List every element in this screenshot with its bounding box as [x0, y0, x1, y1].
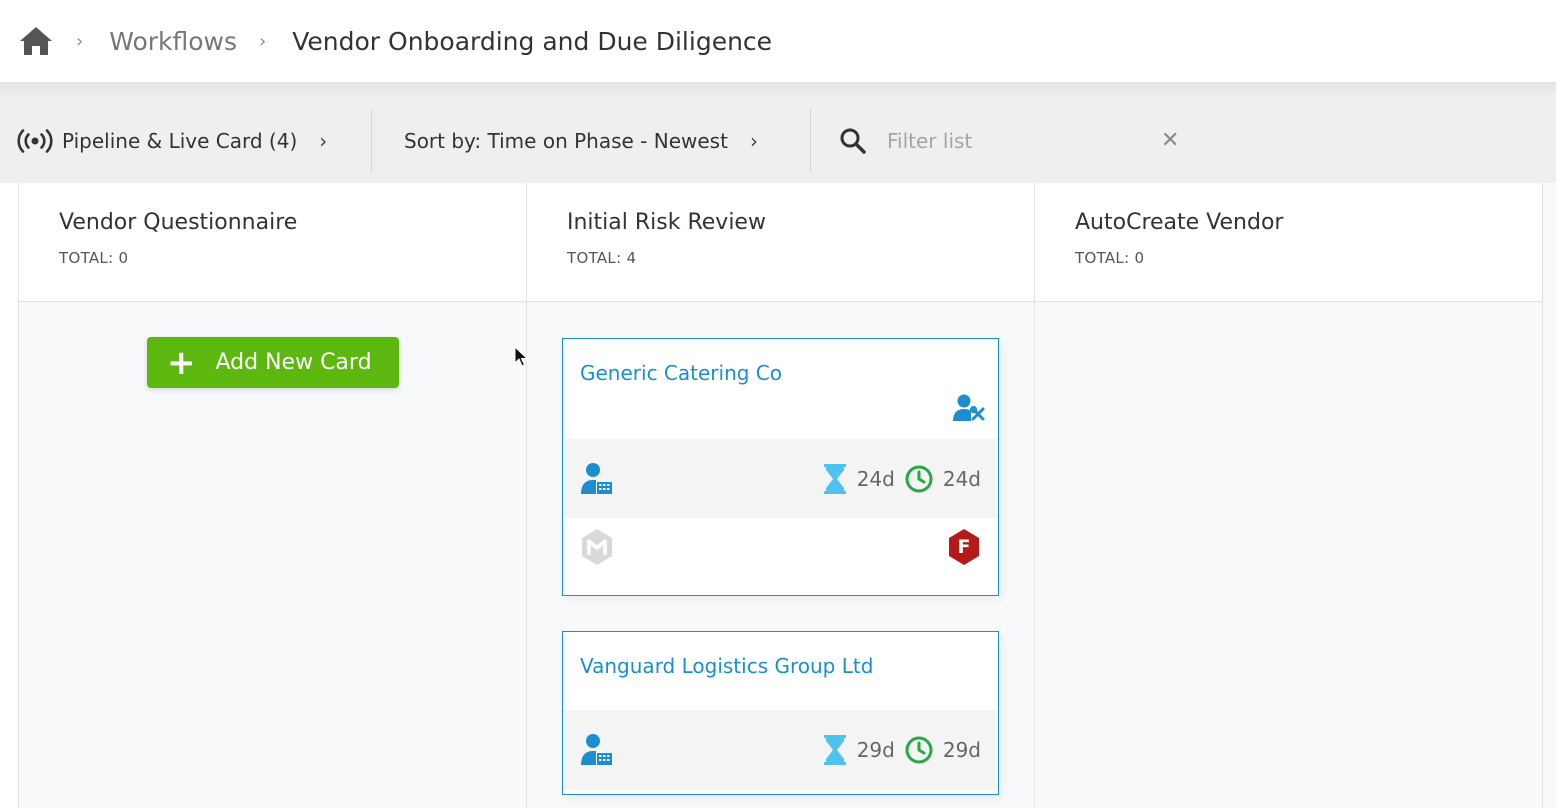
badge-letter: F [957, 536, 971, 558]
breadcrumb-workflows[interactable]: Workflows [109, 27, 237, 56]
phase-time: 29d [856, 738, 895, 762]
card-spacer [563, 678, 998, 710]
header: › Workflows › Vendor Onboarding and Due … [0, 0, 1556, 82]
kanban-board: Vendor Questionnaire TOTAL: 0 + Add New … [18, 183, 1556, 808]
column-total: TOTAL: 4 [567, 249, 637, 267]
phase-time: 24d [856, 466, 895, 491]
sort-label: Sort by: Time on Phase - Newest [404, 128, 728, 153]
contact-card-icon [581, 462, 612, 494]
filter-box: ✕ [811, 109, 1191, 173]
card-timers: 24d 24d [823, 463, 981, 495]
plus-icon: + [167, 342, 196, 383]
chevron-right-icon: › [319, 128, 328, 153]
search-icon [840, 128, 866, 154]
column-title: Vendor Questionnaire [59, 210, 298, 235]
card[interactable]: Vanguard Logistics Group Ltd 29d 29d [562, 631, 999, 795]
filter-input[interactable] [887, 128, 1157, 153]
header-divider [0, 82, 1556, 98]
broadcast-icon [16, 128, 54, 153]
priority-badge: F [947, 528, 981, 566]
card-assignee-row [563, 385, 998, 439]
card[interactable]: Generic Catering Co 24d 24d F [562, 338, 999, 596]
pipeline-live-card-button[interactable]: Pipeline & Live Card (4) › [0, 108, 372, 173]
card-timing-row: 29d 29d [563, 710, 998, 790]
mouse-cursor-icon [514, 346, 528, 367]
clock-icon [905, 465, 933, 492]
column-vendor-questionnaire: Vendor Questionnaire TOTAL: 0 + Add New … [19, 183, 527, 808]
card-timing-row: 24d 24d [563, 439, 998, 518]
column-header: Vendor Questionnaire TOTAL: 0 [19, 183, 526, 302]
column-initial-risk-review: Initial Risk Review TOTAL: 4 Generic Cat… [527, 183, 1035, 808]
card-footer-row: F [563, 518, 998, 576]
column-header: Initial Risk Review TOTAL: 4 [527, 183, 1034, 302]
chevron-right-icon: › [749, 128, 758, 153]
card-title[interactable]: Generic Catering Co [563, 339, 998, 385]
total-time: 24d [942, 466, 981, 491]
sort-button[interactable]: Sort by: Time on Phase - Newest › [372, 108, 811, 173]
hexagon-m-icon [582, 529, 612, 565]
breadcrumb-separator: › [259, 30, 267, 52]
hourglass-icon [823, 735, 846, 765]
breadcrumb-separator: › [76, 30, 84, 52]
column-total: TOTAL: 0 [59, 249, 129, 267]
page-title: Vendor Onboarding and Due Diligence [292, 26, 773, 56]
column-title: Initial Risk Review [567, 210, 766, 235]
close-icon[interactable]: ✕ [1161, 128, 1179, 153]
add-new-card-label: Add New Card [215, 350, 372, 375]
add-new-card-button[interactable]: + Add New Card [147, 337, 399, 388]
column-body: Generic Catering Co 24d 24d F Vanguard L… [527, 302, 1034, 808]
hourglass-icon [823, 463, 846, 494]
column-total: TOTAL: 0 [1075, 249, 1145, 267]
home-icon[interactable] [18, 24, 54, 58]
user-settings-icon[interactable] [952, 393, 986, 423]
column-body: + Add New Card [19, 302, 526, 808]
toolbar: Pipeline & Live Card (4) › Sort by: Time… [0, 98, 1556, 183]
pipeline-label: Pipeline & Live Card (4) [62, 128, 298, 153]
column-header: AutoCreate Vendor TOTAL: 0 [1035, 183, 1542, 302]
card-title[interactable]: Vanguard Logistics Group Ltd [563, 632, 998, 678]
card-timers: 29d 29d [823, 734, 981, 766]
contact-card-icon [581, 734, 612, 765]
column-body [1035, 302, 1542, 808]
column-title: AutoCreate Vendor [1075, 210, 1284, 235]
clock-icon [905, 736, 933, 764]
total-time: 29d [942, 738, 981, 762]
column-autocreate-vendor: AutoCreate Vendor TOTAL: 0 [1035, 183, 1543, 808]
